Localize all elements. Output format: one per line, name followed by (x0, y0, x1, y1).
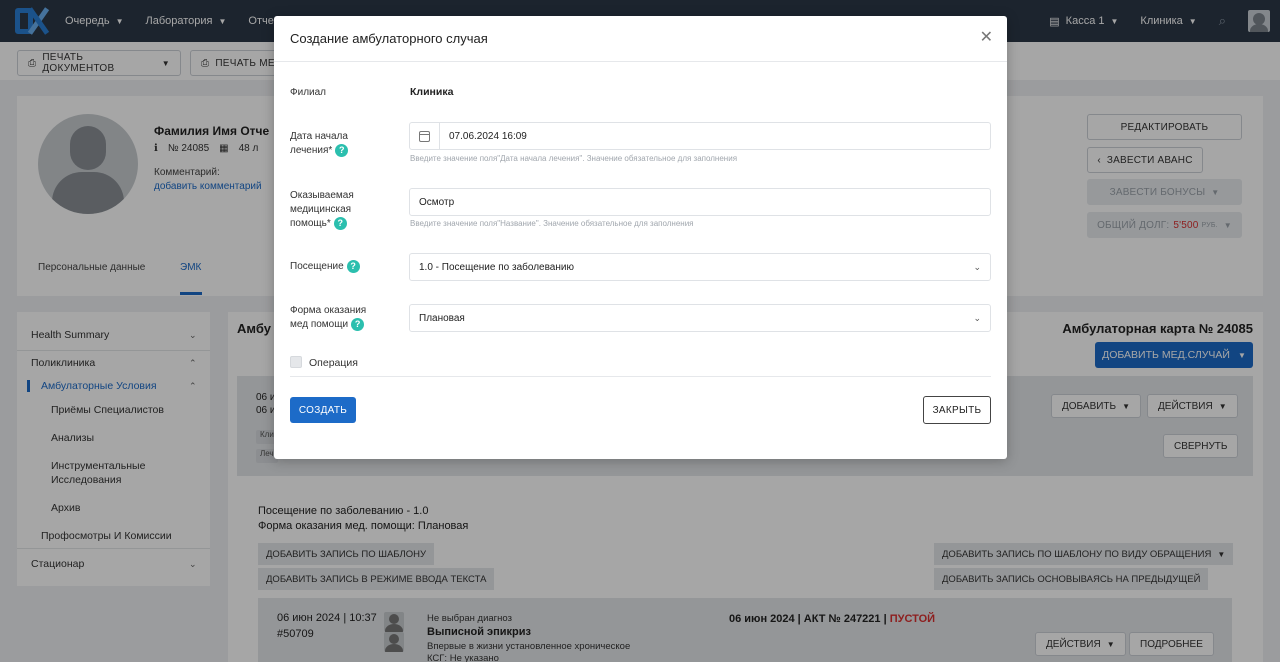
branch-value: Клиника (410, 86, 454, 98)
care-label: Оказываемая медицинская помощь*? (290, 189, 354, 231)
calendar-icon (419, 130, 430, 142)
care-input[interactable]: Осмотр (409, 188, 991, 216)
help-icon[interactable]: ? (351, 318, 365, 331)
operation-checkbox[interactable] (290, 356, 302, 368)
branch-label: Филиал (290, 87, 327, 98)
calendar-button[interactable] (410, 123, 440, 149)
care-hint: Введите значение поля"Название". Значени… (410, 219, 694, 228)
help-icon[interactable]: ? (333, 217, 347, 230)
care-label-line2: медицинская (290, 204, 352, 215)
care-form-value: Плановая (419, 312, 465, 324)
care-form-select[interactable]: Плановая ⌄ (409, 304, 991, 332)
close-button[interactable]: ЗАКРЫТЬ (923, 396, 991, 424)
care-form-label: Форма оказания мед помощи? (290, 304, 366, 332)
start-date-hint: Введите значение поля"Дата начала лечени… (410, 154, 738, 163)
chevron-down-icon: ⌄ (973, 313, 981, 323)
visit-label-text: Посещение (290, 261, 344, 273)
care-label-line1: Оказываемая (290, 190, 354, 201)
create-outpatient-case-modal: Создание амбулаторного случая ✕ Филиал К… (274, 16, 1007, 459)
visit-value: 1.0 - Посещение по заболеванию (419, 261, 574, 273)
operation-label[interactable]: Операция (309, 357, 358, 369)
modal-title: Создание амбулаторного случая (290, 31, 488, 46)
close-icon[interactable]: ✕ (980, 29, 993, 47)
start-date-label: Дата начала лечения*? (290, 130, 349, 158)
care-value: Осмотр (419, 196, 455, 208)
care-label-line3: помощь* (290, 218, 331, 230)
start-date-input[interactable]: 07.06.2024 16:09 (409, 122, 991, 150)
create-button[interactable]: СОЗДАТЬ (290, 397, 356, 423)
help-icon[interactable]: ? (335, 144, 349, 157)
modal-header: Создание амбулаторного случая ✕ (274, 16, 1007, 62)
care-form-label-line1: Форма оказания (290, 305, 367, 316)
start-date-value: 07.06.2024 16:09 (449, 130, 527, 142)
divider (290, 376, 991, 377)
start-date-label-line1: Дата начала (290, 131, 348, 142)
help-icon[interactable]: ? (346, 260, 360, 273)
visit-label: Посещение? (290, 260, 360, 274)
visit-select[interactable]: 1.0 - Посещение по заболеванию ⌄ (409, 253, 991, 281)
chevron-down-icon: ⌄ (973, 262, 981, 272)
care-form-label-line2: мед помощи (290, 319, 349, 331)
start-date-label-line2: лечения* (290, 145, 333, 157)
